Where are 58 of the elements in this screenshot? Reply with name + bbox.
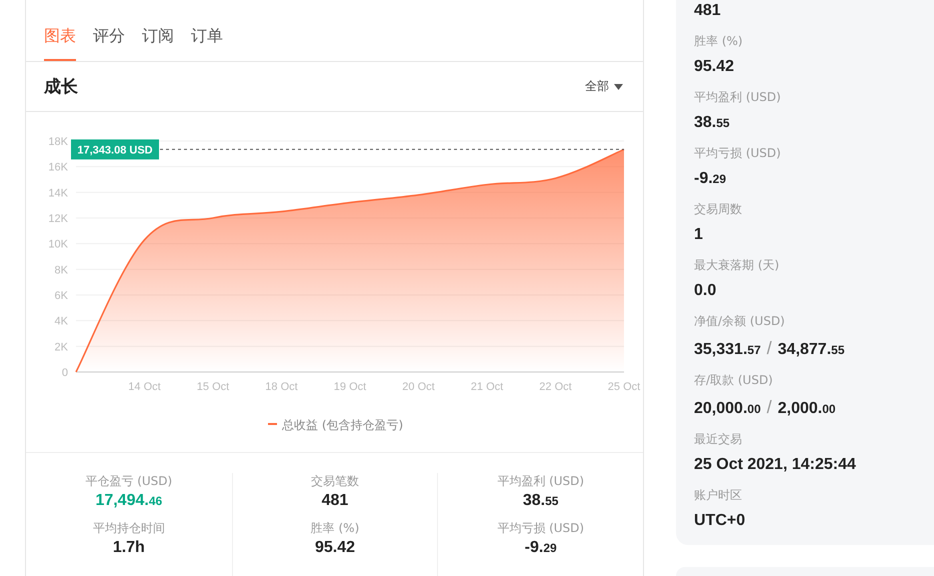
axis-label: 21 Oct [470, 381, 504, 393]
axis-label: 14 Oct [128, 381, 161, 393]
stat-label: 平均盈利 (USD) [497, 473, 584, 490]
detail-value: UTC+0 [694, 512, 746, 530]
axis-label: 12K [48, 213, 68, 225]
detail-value: 20,000.00 / 2,000.00 [694, 397, 837, 418]
axis-label: 18K [48, 136, 68, 148]
detail-label: 净值/余额 (USD) [694, 313, 786, 330]
axis-label: 15 Oct [196, 381, 230, 393]
axis-label: 6K [54, 290, 68, 302]
caret-icon [614, 84, 623, 90]
stat-value: 481 [322, 492, 348, 510]
stat-value: 17,494.46 [95, 492, 162, 510]
axis-label: 19 Oct [334, 381, 366, 393]
axis-label: 2K [54, 341, 68, 354]
stat-label: 平均持仓时间 [92, 520, 165, 537]
stat-value: 1.7h [112, 539, 145, 557]
tab[interactable]: 订阅 [142, 26, 174, 61]
value-tag: 17,343.08 USD [71, 139, 159, 160]
detail-label: 账户时区 [694, 487, 743, 504]
detail-value: 38.55 [694, 114, 731, 132]
detail-label: 存/取款 (USD) [694, 372, 774, 389]
detail-value: 1 [694, 226, 704, 244]
stat-value: -9.29 [524, 539, 557, 557]
section-title: 成长 [44, 76, 78, 98]
ref-line-label: 17,343.08 USD [77, 144, 153, 156]
stat-value: 38.55 [522, 492, 558, 510]
detail-value: 0.0 [694, 282, 718, 300]
detail-label: 最大衰落期 (天) [694, 257, 780, 274]
stat-value: 95.42 [314, 539, 355, 557]
axis-label: 20 Oct [402, 381, 435, 393]
tab[interactable]: 评分 [93, 26, 125, 61]
stat-label: 平均亏损 (USD) [497, 520, 584, 537]
stat-label: 交易笔数 [310, 473, 359, 490]
axis-label: 25 Oct [608, 381, 640, 393]
axis-label: 14K [48, 187, 68, 200]
stat-label: 平仓盈亏 (USD) [85, 473, 172, 490]
legend-label[interactable]: 总收益 (包含持仓盈亏) [282, 418, 404, 432]
filter-dropdown[interactable]: 全部 [585, 78, 623, 95]
detail-value: 95.42 [694, 58, 736, 76]
detail-label: 最近交易 [694, 431, 743, 448]
axis-label: 10K [48, 238, 68, 251]
stat-label: 胜率 (%) [310, 520, 360, 537]
axis-label: 16K [48, 162, 68, 174]
detail-value: 25 Oct 2021, 14:25:44 [694, 456, 857, 474]
tab[interactable]: 订单 [191, 26, 223, 61]
detail-label: 交易周数 [694, 201, 743, 218]
detail-label: 平均盈利 (USD) [694, 89, 782, 106]
axis-label: 0 [62, 367, 68, 379]
detail-label: 胜率 (%) [694, 33, 744, 50]
axis-label: 8K [54, 264, 68, 276]
axis-label: 4K [54, 316, 68, 328]
axis-label: 22 Oct [539, 381, 572, 393]
detail-label: 平均亏损 (USD) [694, 145, 782, 162]
detail-value: 35,331.57 / 34,877.55 [694, 338, 846, 359]
detail-value: -9.29 [694, 170, 728, 188]
detail-value: 481 [694, 2, 722, 20]
axis-label: 18 Oct [265, 381, 298, 393]
